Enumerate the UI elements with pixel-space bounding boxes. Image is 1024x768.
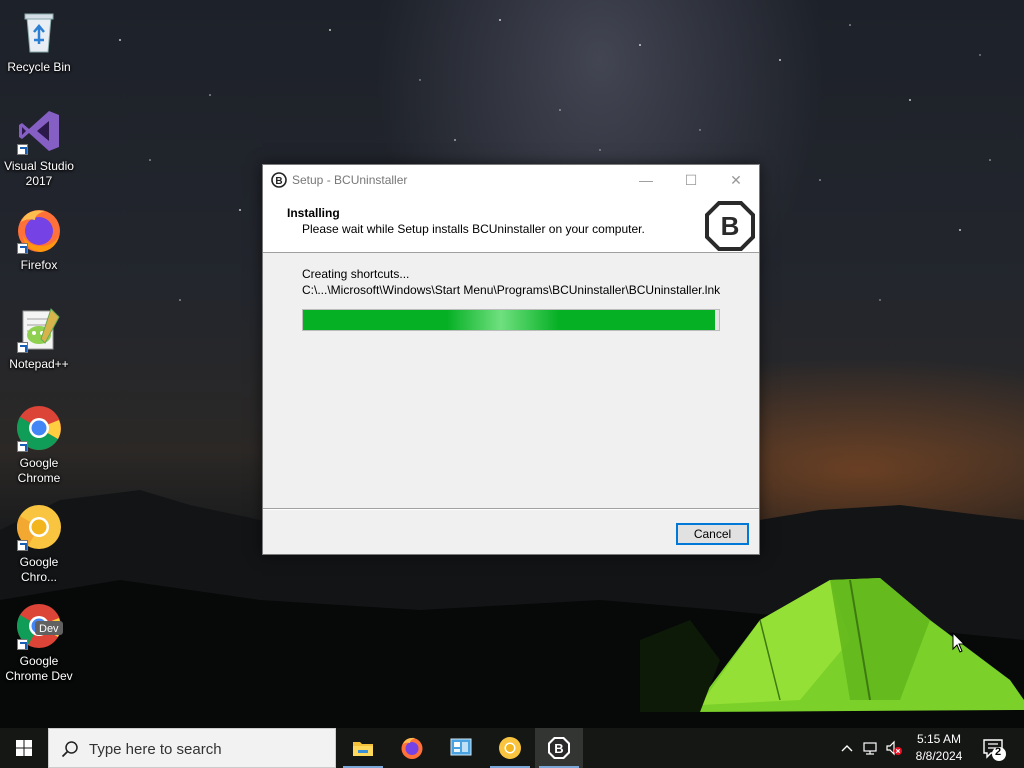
- notepadpp-icon: [15, 305, 63, 353]
- desktop-icon-label: Notepad++: [9, 357, 69, 371]
- bcuninstaller-icon: B: [547, 736, 571, 760]
- notification-count-badge: 2: [995, 746, 1002, 758]
- maximize-button[interactable]: ☐: [668, 165, 714, 195]
- clock-date: 8/8/2024: [915, 749, 963, 763]
- svg-text:B: B: [721, 211, 740, 241]
- svg-text:B: B: [275, 176, 282, 187]
- wizard-body: Creating shortcuts... C:\...\Microsoft\W…: [263, 254, 759, 508]
- status-text: Creating shortcuts...: [302, 267, 410, 281]
- desktop-icon-firefox[interactable]: Firefox: [1, 206, 77, 273]
- page-title: Installing: [287, 206, 340, 220]
- progress-bar: [302, 309, 720, 331]
- page-subtitle: Please wait while Setup installs BCUnins…: [302, 222, 645, 236]
- desktop-icon-label: Google Chrome Dev: [5, 654, 73, 683]
- file-explorer-icon: [351, 736, 375, 760]
- minimize-button[interactable]: —: [623, 165, 669, 195]
- desktop-icon-chrome[interactable]: Google Chrome: [1, 404, 77, 486]
- taskbar-firefox[interactable]: [388, 728, 436, 768]
- taskbar: Type here to search B 5:15 AM 8/8/2024 2: [0, 728, 1024, 768]
- desktop-icon-label: Visual Studio 2017: [4, 159, 74, 188]
- mouse-cursor-icon: [952, 631, 966, 654]
- firefox-icon: [400, 736, 424, 760]
- desktop-icon-label: Recycle Bin: [7, 60, 71, 74]
- close-button[interactable]: ✕: [713, 165, 759, 195]
- network-icon[interactable]: [862, 740, 878, 756]
- action-center-button[interactable]: 2: [976, 728, 1024, 768]
- desktop-icon-chrome-dev[interactable]: Dev Google Chrome Dev: [1, 602, 77, 684]
- cancel-button[interactable]: Cancel: [676, 523, 749, 545]
- progress-fill: [303, 310, 715, 330]
- firefox-icon: [15, 206, 63, 254]
- taskbar-file-explorer[interactable]: [339, 728, 387, 768]
- taskbar-chrome-canary[interactable]: [486, 728, 534, 768]
- taskbar-control-panel[interactable]: [437, 728, 485, 768]
- search-icon: [61, 740, 79, 758]
- svg-text:B: B: [554, 741, 563, 756]
- start-button[interactable]: [0, 728, 48, 768]
- chrome-canary-icon: [498, 736, 522, 760]
- desktop-icon-notepadpp[interactable]: Notepad++: [1, 305, 77, 372]
- control-panel-icon: [449, 736, 473, 760]
- show-hidden-icons-chevron-icon[interactable]: [839, 740, 855, 756]
- bcuninstaller-logo-icon: B: [704, 200, 756, 252]
- file-path-text: C:\...\Microsoft\Windows\Start Menu\Prog…: [302, 283, 721, 297]
- bcuninstaller-icon: B: [271, 172, 287, 188]
- wizard-header: Installing Please wait while Setup insta…: [263, 195, 759, 253]
- chrome-canary-icon: [15, 503, 63, 551]
- chrome-icon: [15, 404, 63, 452]
- taskbar-bcuninstaller[interactable]: B: [535, 728, 583, 768]
- desktop-icon-visual-studio[interactable]: Visual Studio 2017: [1, 107, 77, 189]
- recycle-bin-icon: [15, 8, 63, 56]
- desktop-icon-label: Google Chro...: [19, 555, 59, 584]
- setup-window: B Setup - BCUninstaller — ☐ ✕ Installing…: [262, 164, 760, 555]
- clock-time: 5:15 AM: [916, 732, 962, 746]
- desktop-icon-chrome-canary[interactable]: Google Chro...: [1, 503, 77, 585]
- divider-highlight: [263, 509, 759, 510]
- dev-badge: Dev: [39, 623, 59, 635]
- desktop-icon-recycle-bin[interactable]: Recycle Bin: [1, 8, 77, 75]
- title-bar[interactable]: B Setup - BCUninstaller — ☐ ✕: [263, 165, 759, 195]
- desktop-icon-label: Google Chrome: [17, 456, 61, 485]
- volume-muted-icon[interactable]: [885, 740, 902, 756]
- search-placeholder: Type here to search: [89, 741, 222, 758]
- desktop-icon-label: Firefox: [20, 258, 58, 272]
- visual-studio-icon: [15, 107, 63, 155]
- chrome-dev-icon: Dev: [15, 602, 63, 650]
- search-box[interactable]: Type here to search: [48, 728, 336, 768]
- window-title: Setup - BCUninstaller: [292, 173, 408, 187]
- windows-logo-icon: [16, 740, 32, 756]
- system-clock[interactable]: 5:15 AM 8/8/2024: [908, 731, 970, 765]
